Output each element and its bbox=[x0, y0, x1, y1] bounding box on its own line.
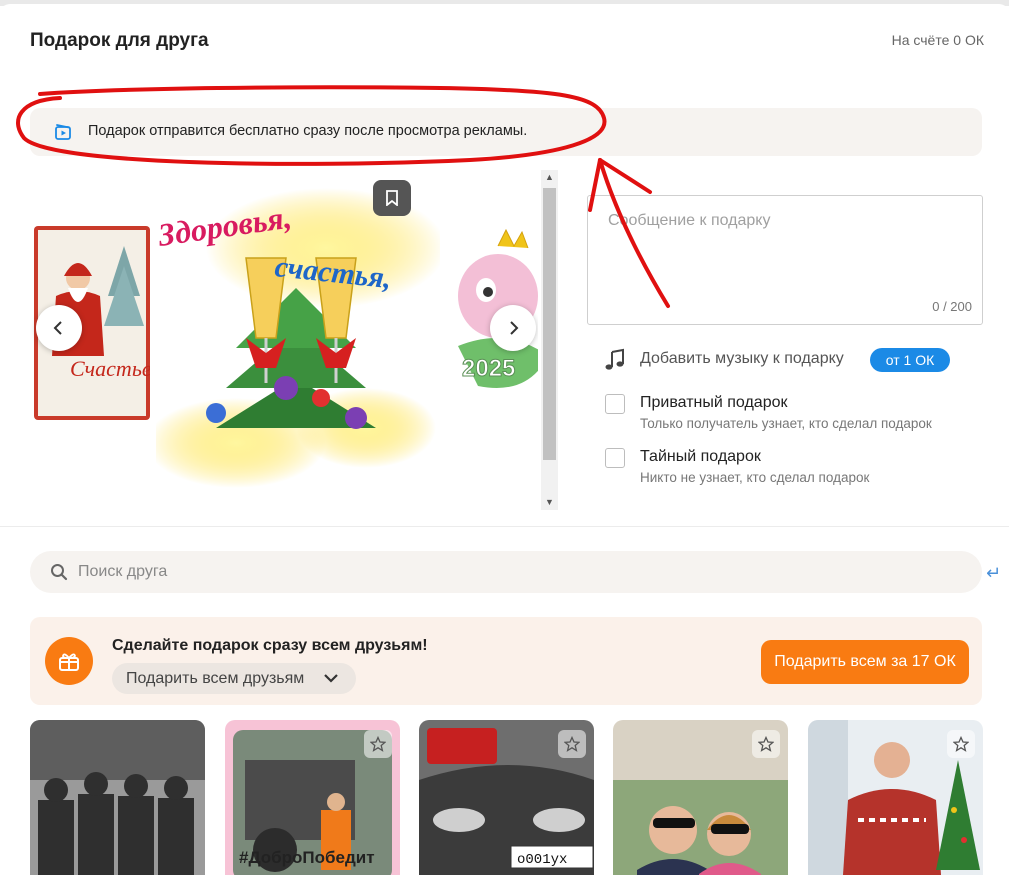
gift-message-placeholder: Сообщение к подарку bbox=[608, 212, 771, 229]
private-gift-title: Приватный подарок bbox=[640, 394, 788, 411]
add-music-row[interactable]: Добавить музыку к подарку от 1 ОК bbox=[603, 346, 983, 374]
favorite-star-icon[interactable] bbox=[558, 730, 586, 758]
section-divider bbox=[0, 526, 1009, 527]
gift-card-selected[interactable]: Здоровья, счастья, bbox=[146, 188, 446, 488]
enter-arrow-icon: ↵ bbox=[986, 563, 1002, 583]
gift-all-promo: Сделайте подарок сразу всем друзьям! Под… bbox=[30, 617, 982, 705]
add-music-label: Добавить музыку к подарку bbox=[640, 350, 844, 367]
ad-notice: Подарок отправится бесплатно сразу после… bbox=[30, 108, 982, 156]
music-note-icon bbox=[605, 348, 624, 370]
private-gift-subtitle: Только получатель узнает, кто сделал под… bbox=[640, 416, 932, 431]
gift-all-dropdown-label: Подарить всем друзьям bbox=[126, 670, 305, 687]
chevron-left-icon bbox=[53, 321, 62, 335]
left-card-text: Счастье bbox=[70, 356, 150, 381]
friend-card[interactable]: #ДоброПобедит bbox=[225, 720, 400, 875]
secret-gift-option[interactable]: Тайный подарок Никто не узнает, кто сдел… bbox=[605, 448, 985, 492]
carousel-next-button[interactable] bbox=[490, 305, 536, 351]
search-icon bbox=[51, 564, 68, 581]
scroll-thumb[interactable] bbox=[543, 188, 556, 460]
friend-card[interactable] bbox=[808, 720, 983, 875]
friend-card[interactable] bbox=[30, 720, 205, 875]
friend-photo-caption: о001ух bbox=[517, 852, 567, 868]
gift-icon bbox=[45, 637, 93, 685]
gift-all-dropdown[interactable]: Подарить всем друзьям bbox=[112, 663, 356, 694]
bookmark-icon bbox=[386, 190, 398, 206]
chevron-right-icon bbox=[510, 321, 519, 335]
dialog-title: Подарок для друга bbox=[30, 30, 209, 51]
gift-all-button[interactable]: Подарить всем за 17 ОК bbox=[761, 640, 969, 684]
favorite-star-icon[interactable] bbox=[364, 730, 392, 758]
right-card-text: 2025 bbox=[462, 355, 515, 382]
friend-search-input[interactable]: Поиск друга bbox=[30, 551, 982, 593]
video-play-icon bbox=[55, 124, 71, 140]
gift-message-textarea[interactable]: Сообщение к подарку 0 / 200 bbox=[587, 195, 983, 325]
favorite-star-icon[interactable] bbox=[752, 730, 780, 758]
favorite-star-icon[interactable] bbox=[947, 730, 975, 758]
gift-carousel[interactable]: Счастье Здоровья, счастья, 2025 bbox=[30, 170, 538, 510]
ad-notice-text: Подарок отправится бесплатно сразу после… bbox=[88, 123, 528, 139]
secret-gift-subtitle: Никто не узнает, кто сделал подарок bbox=[640, 470, 870, 485]
balance-label: На счёте 0 ОК bbox=[891, 32, 984, 48]
secret-gift-title: Тайный подарок bbox=[640, 448, 761, 465]
scroll-up-arrow-icon[interactable]: ▲ bbox=[545, 173, 554, 182]
carousel-scrollbar[interactable]: ▲ ▼ bbox=[541, 170, 558, 510]
chevron-down-icon bbox=[324, 674, 338, 683]
gift-image-champagne: Здоровья, счастья, bbox=[146, 188, 446, 488]
friend-search-placeholder: Поиск друга bbox=[78, 563, 168, 580]
friend-card[interactable]: о001ух bbox=[419, 720, 594, 875]
friend-card[interactable] bbox=[613, 720, 788, 875]
gift-message-counter: 0 / 200 bbox=[932, 299, 972, 314]
friend-photo bbox=[30, 720, 205, 875]
scroll-down-arrow-icon[interactable]: ▼ bbox=[545, 498, 554, 507]
friends-grid: #ДоброПобедит о001ух bbox=[30, 720, 990, 875]
music-price-badge[interactable]: от 1 ОК bbox=[870, 348, 950, 372]
friend-photo-caption: #ДоброПобедит bbox=[239, 848, 375, 867]
bookmark-button[interactable] bbox=[373, 180, 411, 216]
carousel-prev-button[interactable] bbox=[36, 305, 82, 351]
secret-gift-checkbox[interactable] bbox=[605, 448, 625, 468]
private-gift-option[interactable]: Приватный подарок Только получатель узна… bbox=[605, 394, 985, 438]
gift-all-title: Сделайте подарок сразу всем друзьям! bbox=[112, 637, 428, 654]
private-gift-checkbox[interactable] bbox=[605, 394, 625, 414]
